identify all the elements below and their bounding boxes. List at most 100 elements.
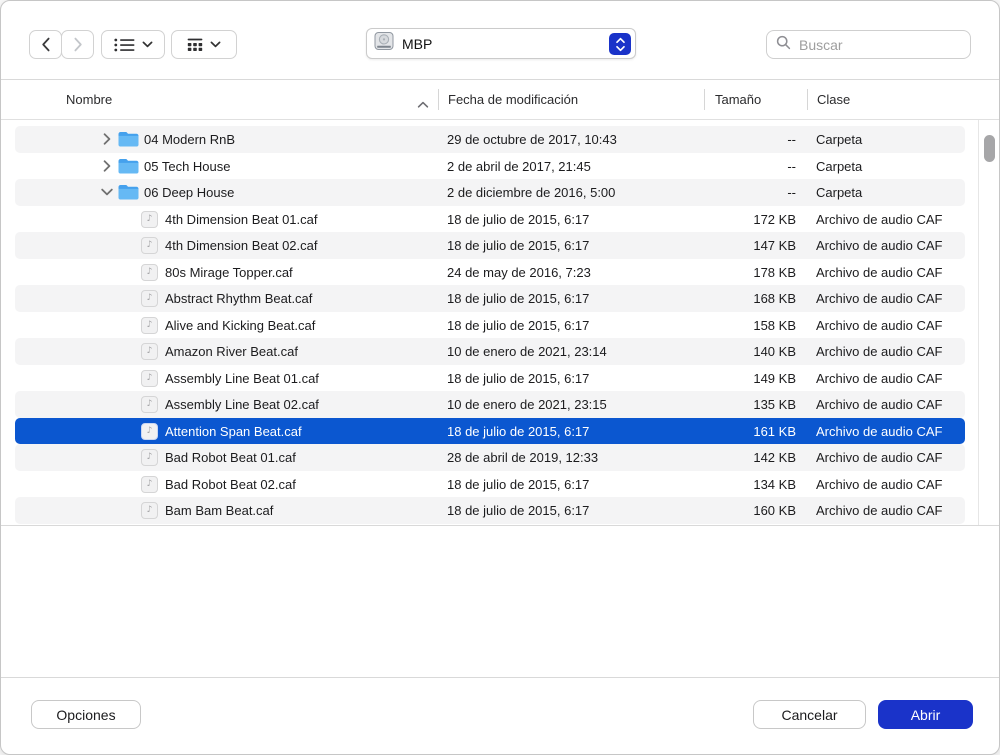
list-row[interactable]: ♪ 4th Dimension Beat 01.caf 18 de julio de…	[15, 206, 965, 233]
column-header-name[interactable]: Nombre	[66, 80, 112, 119]
audio-file-icon: ♪	[141, 211, 158, 228]
chevron-right-icon	[73, 37, 83, 52]
cell-kind: Archivo de audio CAF	[816, 285, 942, 312]
audio-file-icon: ♪	[141, 370, 158, 387]
audio-file-icon: ♪	[141, 237, 158, 254]
footer-divider	[1, 677, 999, 678]
cell-kind: Archivo de audio CAF	[816, 232, 942, 259]
cell-name: 4th Dimension Beat 01.caf	[165, 206, 317, 233]
scrollbar-thumb[interactable]	[984, 135, 995, 162]
list-row[interactable]: ♪ Bad Robot Beat 02.caf 18 de julio de 201…	[15, 471, 965, 498]
list-row[interactable]: ♪4th Dimension Beat 02.caf18 de julio de…	[15, 232, 965, 259]
audio-file-icon: ♪	[141, 264, 158, 281]
list-row[interactable]: 04 Modern RnB29 de octubre de 2017, 10:4…	[15, 126, 965, 153]
header-divider	[1, 119, 999, 120]
forward-button[interactable]	[61, 30, 94, 59]
cell-kind: Archivo de audio CAF	[816, 391, 942, 418]
cell-name: 05 Tech House	[144, 153, 231, 180]
cell-name: Alive and Kicking Beat.caf	[165, 312, 315, 339]
hard-drive-icon	[374, 31, 394, 56]
list-row[interactable]: ♪80s Mirage Topper.caf24 de may de 2016,…	[15, 259, 965, 286]
cell-kind: Archivo de audio CAF	[816, 206, 942, 233]
list-row[interactable]: ♪Abstract Rhythm Beat.caf18 de julio de …	[15, 285, 965, 312]
search-input[interactable]	[797, 36, 961, 54]
cell-kind: Archivo de audio CAF	[816, 418, 942, 445]
cell-name: Bad Robot Beat 02.caf	[165, 471, 296, 498]
cell-size: 142 KB	[575, 444, 796, 471]
cell-kind: Archivo de audio CAF	[816, 471, 942, 498]
up-down-chevrons-icon	[609, 33, 631, 55]
options-button[interactable]: Opciones	[31, 700, 141, 729]
disclosure-triangle-icon[interactable]	[99, 153, 115, 180]
cell-size: --	[575, 126, 796, 153]
cell-date: 18 de julio de 2015, 6:17	[447, 285, 589, 312]
folder-icon	[118, 131, 139, 147]
cell-size: 147 KB	[575, 232, 796, 259]
disclosure-triangle-icon[interactable]	[99, 179, 115, 206]
cell-size: 158 KB	[575, 312, 796, 339]
column-divider[interactable]	[704, 89, 705, 110]
list-row[interactable]: ♪Assembly Line Beat 02.caf10 de enero de…	[15, 391, 965, 418]
list-row[interactable]: ♪Bad Robot Beat 01.caf28 de abril de 201…	[15, 444, 965, 471]
cell-name: Attention Span Beat.caf	[165, 418, 302, 445]
list-row[interactable]: 06 Deep House2 de diciembre de 2016, 5:0…	[15, 179, 965, 206]
cell-name: 06 Deep House	[144, 179, 234, 206]
list-row[interactable]: ♪Alive and Kicking Beat.caf18 de julio d…	[15, 312, 965, 339]
column-header-kind[interactable]: Clase	[817, 80, 850, 119]
cell-size: 160 KB	[575, 497, 796, 524]
audio-file-icon: ♪	[141, 449, 158, 466]
list-row[interactable]: ♪ Attention Span Beat.caf 18 de julio de 2…	[15, 418, 965, 445]
disclosure-triangle-icon[interactable]	[99, 126, 115, 153]
cell-date: 18 de julio de 2015, 6:17	[447, 471, 589, 498]
cell-date: 18 de julio de 2015, 6:17	[447, 232, 589, 259]
cell-name: Amazon River Beat.caf	[165, 338, 298, 365]
open-button[interactable]: Abrir	[878, 700, 973, 729]
cell-date: 18 de julio de 2015, 6:17	[447, 206, 589, 233]
cell-kind: Archivo de audio CAF	[816, 259, 942, 286]
audio-file-icon: ♪	[141, 396, 158, 413]
cell-size: 135 KB	[575, 391, 796, 418]
cell-size: 140 KB	[575, 338, 796, 365]
audio-file-icon: ♪	[141, 317, 158, 334]
chevron-down-icon	[142, 41, 153, 48]
list-row[interactable]: ♪Assembly Line Beat 01.caf18 de julio de…	[15, 365, 965, 392]
cell-size: --	[575, 179, 796, 206]
cell-kind: Archivo de audio CAF	[816, 365, 942, 392]
column-divider[interactable]	[438, 89, 439, 110]
audio-file-icon: ♪	[141, 343, 158, 360]
audio-file-icon: ♪	[141, 476, 158, 493]
list-row[interactable]: 05 Tech House2 de abril de 2017, 21:45--…	[15, 153, 965, 180]
cell-size: --	[575, 153, 796, 180]
search-icon	[776, 35, 791, 55]
folder-icon	[118, 184, 139, 200]
column-divider[interactable]	[807, 89, 808, 110]
cell-size: 149 KB	[575, 365, 796, 392]
cell-name: Bad Robot Beat 01.caf	[165, 444, 296, 471]
cell-kind: Archivo de audio CAF	[816, 444, 942, 471]
group-view-menu-button[interactable]	[171, 30, 237, 59]
audio-file-icon: ♪	[141, 423, 158, 440]
back-button[interactable]	[29, 30, 62, 59]
column-header-date[interactable]: Fecha de modificación	[448, 80, 578, 119]
chevron-down-icon	[210, 41, 221, 48]
list-view-icon	[114, 38, 135, 52]
column-header-size[interactable]: Tamaño	[715, 80, 761, 119]
chevron-left-icon	[41, 37, 51, 52]
search-field[interactable]	[766, 30, 971, 59]
audio-file-icon: ♪	[141, 290, 158, 307]
cell-name: 04 Modern RnB	[144, 126, 235, 153]
cell-kind: Archivo de audio CAF	[816, 312, 942, 339]
cell-name: Assembly Line Beat 02.caf	[165, 391, 319, 418]
list-row[interactable]: ♪Bam Bam Beat.caf18 de julio de 2015, 6:…	[15, 497, 965, 524]
cell-size: 134 KB	[575, 471, 796, 498]
cell-date: 18 de julio de 2015, 6:17	[447, 418, 589, 445]
cell-kind: Carpeta	[816, 126, 862, 153]
list-view-menu-button[interactable]	[101, 30, 165, 59]
cancel-button[interactable]: Cancelar	[753, 700, 866, 729]
cell-date: 18 de julio de 2015, 6:17	[447, 365, 589, 392]
cell-size: 172 KB	[575, 206, 796, 233]
scrollbar-track[interactable]	[978, 120, 1000, 525]
list-row[interactable]: ♪Amazon River Beat.caf10 de enero de 202…	[15, 338, 965, 365]
cell-kind: Carpeta	[816, 179, 862, 206]
location-popup-button[interactable]: MBP	[366, 28, 636, 59]
